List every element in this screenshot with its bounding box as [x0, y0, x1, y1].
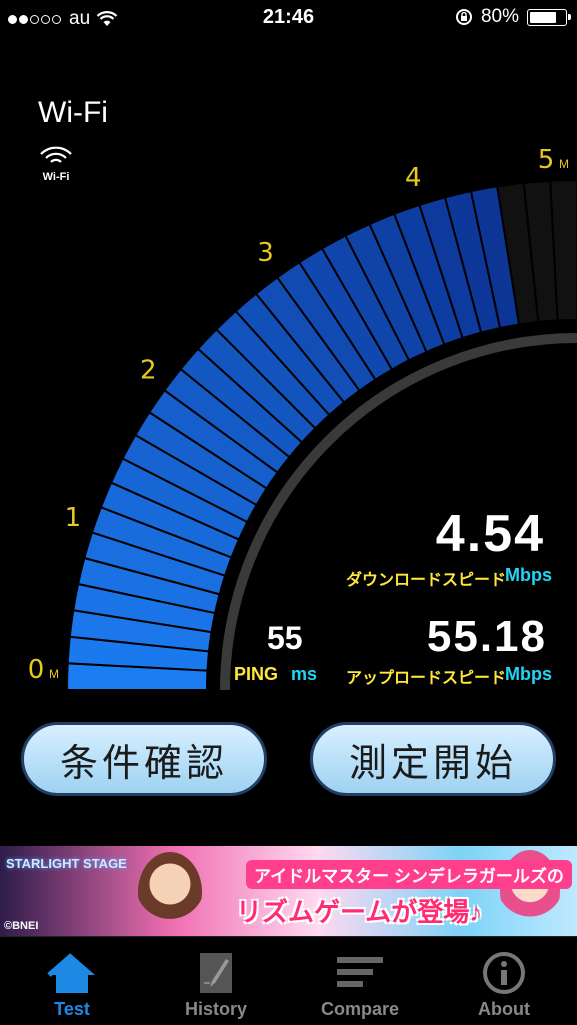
network-type-title: Wi-Fi	[38, 96, 108, 129]
upload-label: アップロードスピード	[346, 670, 507, 687]
download-label: ダウンロードスピード	[346, 572, 507, 589]
gauge-tick-label: 2	[140, 355, 157, 385]
bars-icon	[337, 957, 383, 987]
conditions-button[interactable]: 条件確認	[21, 722, 267, 796]
tab-compare[interactable]: Compare	[288, 937, 432, 1025]
tab-label-test: Test	[54, 999, 90, 1019]
gauge-tick-label: 5	[538, 145, 555, 175]
tab-label-compare: Compare	[320, 999, 400, 1019]
download-unit: Mbps	[505, 565, 552, 585]
ad-banner[interactable]: STARLIGHT STAGE アイドルマスター シンデレラガールズの リズムゲ…	[0, 846, 577, 936]
tab-label-history: History	[184, 999, 247, 1019]
ad-tagline: リズムゲームが登場♪	[236, 897, 483, 927]
info-icon	[483, 952, 525, 994]
ping-unit: ms	[291, 664, 318, 684]
ad-logo: STARLIGHT STAGE	[6, 856, 127, 871]
battery-percent: 80%	[480, 6, 519, 27]
ad-copyright: ©BNEI	[4, 920, 39, 932]
gauge-tick-unit: M	[49, 667, 59, 681]
gauge-tick-label: 4	[405, 163, 422, 193]
notepad-icon	[200, 953, 232, 993]
tab-label-about: About	[478, 999, 530, 1019]
gauge-tick-label: 0	[28, 655, 45, 685]
ad-headline: アイドルマスター シンデレラガールズの	[246, 860, 572, 889]
status-bar: au 21:46 80%	[0, 0, 577, 38]
tab-test[interactable]: Test	[0, 937, 144, 1025]
upload-unit: Mbps	[505, 664, 552, 684]
home-icon	[47, 953, 95, 993]
start-test-button[interactable]: 測定開始	[310, 722, 556, 796]
gauge-tick-unit: M	[559, 157, 569, 171]
tab-history[interactable]: History	[144, 937, 288, 1025]
gauge-tick-label: 1	[65, 503, 82, 533]
download-value: 4.54	[435, 505, 545, 563]
battery-icon	[527, 8, 571, 26]
ping-value: 55	[267, 620, 303, 656]
tab-bar: Test History Compare About	[0, 936, 577, 1025]
ping-label: PING	[234, 664, 279, 684]
ad-character-left	[138, 852, 202, 932]
upload-value: 55.18	[426, 612, 547, 661]
rotation-lock-icon	[455, 9, 472, 25]
tab-about[interactable]: About	[432, 937, 576, 1025]
status-right: 80%	[455, 6, 571, 28]
gauge-tick-label: 3	[257, 238, 274, 268]
